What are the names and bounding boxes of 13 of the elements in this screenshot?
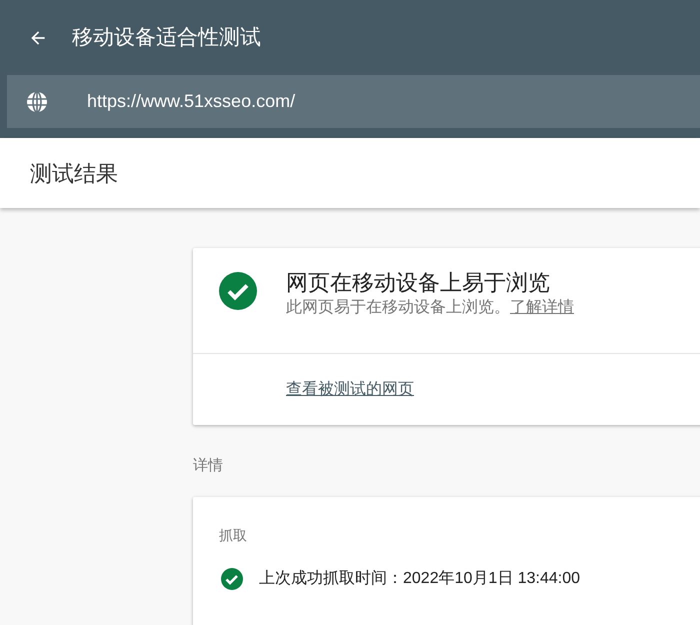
section-title: 测试结果 — [30, 160, 118, 188]
learn-more-link[interactable]: 了解详情 — [510, 299, 574, 316]
view-tested-page-link[interactable]: 查看被测试的网页 — [286, 378, 414, 402]
globe-icon — [25, 90, 49, 114]
crawl-time-text: 上次成功抓取时间：2022年10月1日 13:44:00 — [259, 568, 580, 588]
check-circle-icon — [219, 272, 257, 310]
details-heading: 详情 — [193, 456, 224, 476]
crawl-heading: 抓取 — [218, 526, 248, 544]
page-title: 移动设备适合性测试 — [72, 24, 261, 51]
result-headline: 网页在移动设备上易于浏览 — [286, 269, 551, 297]
url-field[interactable]: https://www.51xsseo.com/ — [7, 75, 700, 128]
check-circle-icon — [221, 568, 243, 590]
result-description: 此网页易于在移动设备上浏览。 — [286, 299, 510, 316]
